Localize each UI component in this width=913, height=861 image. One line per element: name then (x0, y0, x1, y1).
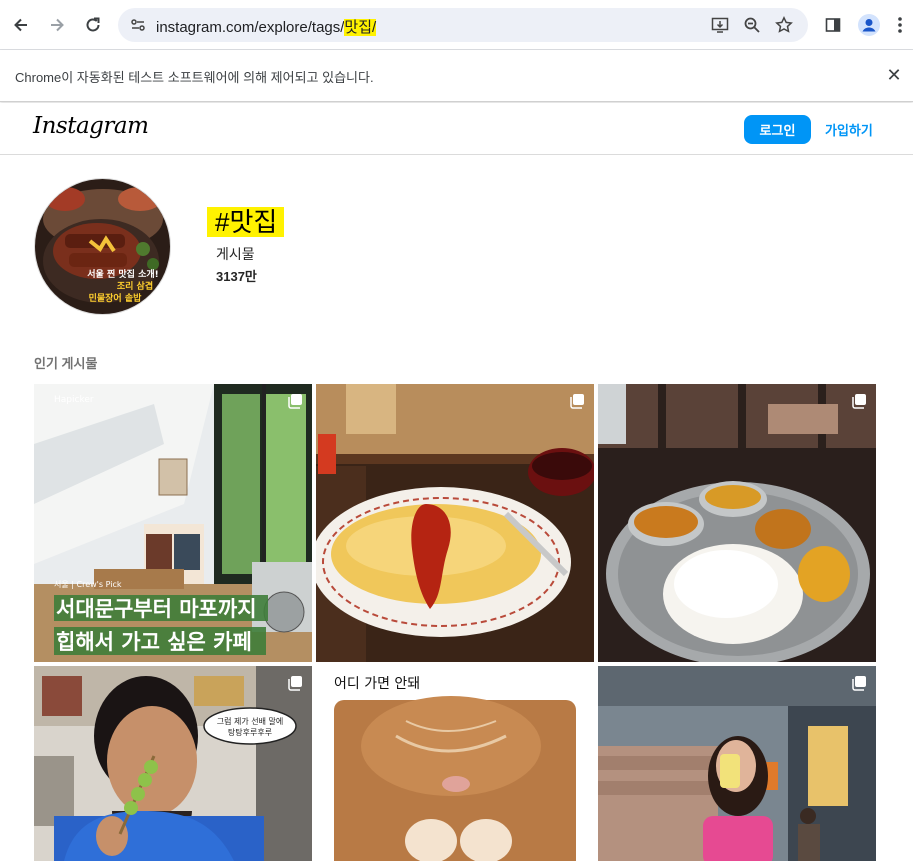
close-icon[interactable]: ✕ (883, 64, 905, 86)
browser-toolbar: instagram.com/explore/tags/맛집/ (0, 0, 913, 50)
post-tile[interactable] (316, 384, 594, 662)
hashtag-title: #맛집 (207, 202, 285, 239)
automation-infobar: Chrome이 자동화된 테스트 소프트웨어에 의해 제어되고 있습니다. ✕ (0, 50, 913, 102)
post-tile[interactable]: 어디 가면 안돼 (316, 666, 594, 861)
posts-label: 게시물 (216, 246, 255, 262)
side-panel-icon[interactable] (818, 10, 848, 40)
zoom-icon[interactable] (740, 13, 764, 37)
login-button[interactable]: 로그인 (744, 115, 811, 144)
install-app-icon[interactable] (708, 13, 732, 37)
address-bar[interactable]: instagram.com/explore/tags/맛집/ (118, 8, 808, 42)
carousel-icon (287, 675, 303, 691)
post-tile[interactable] (598, 384, 876, 662)
post-tile[interactable] (598, 666, 876, 861)
posts-count: 3137만 (216, 269, 257, 284)
site-info-icon[interactable] (126, 13, 150, 37)
popular-posts-heading: 인기 게시물 (34, 356, 98, 371)
carousel-icon (851, 675, 867, 691)
speech-line1: 그럼 제가 선배 말에 (217, 717, 284, 726)
avatar-caption-line2: 조리 삼겹 (117, 280, 153, 292)
carousel-icon (851, 393, 867, 409)
post-caption-line1: 서대문구부터 마포까지 (56, 597, 257, 621)
post-watermark: Hapicker (54, 395, 94, 405)
back-icon[interactable] (6, 10, 36, 40)
signup-link[interactable]: 가입하기 (825, 120, 873, 139)
post-tile[interactable]: Hapicker 서울 | Crew's Pick 서대문구부터 마포까지 힙해… (34, 384, 312, 662)
instagram-header: Instagram 로그인 가입하기 (0, 103, 913, 155)
avatar-caption-line3: 민물장어 솥밥 (89, 292, 143, 304)
speech-line2: 탕탕후루후루 (228, 727, 272, 737)
avatar-caption-line1: 서울 찐 맛집 소개! (87, 268, 158, 280)
profile-avatar-icon[interactable] (854, 10, 884, 40)
hashtag-avatar: 서울 찐 맛집 소개! 조리 삼겹 민물장어 솥밥 (34, 178, 171, 315)
post-small-caption: 서울 | Crew's Pick (54, 580, 122, 589)
post-tile[interactable]: 그럼 제가 선배 말에 탕탕후루후루 (34, 666, 312, 861)
url-text: instagram.com/explore/tags/맛집/ (156, 19, 377, 36)
post-caption-line2: 힙해서 가고 싶은 카페 (56, 630, 252, 654)
instagram-logo[interactable]: Instagram (33, 113, 149, 139)
menu-kebab-icon[interactable] (890, 10, 910, 40)
bookmark-star-icon[interactable] (772, 13, 796, 37)
carousel-icon (287, 393, 303, 409)
reload-icon[interactable] (78, 10, 108, 40)
post-title: 어디 가면 안돼 (334, 676, 420, 692)
forward-icon[interactable] (42, 10, 72, 40)
url-highlight: 맛집/ (344, 19, 377, 36)
infobar-message: Chrome이 자동화된 테스트 소프트웨어에 의해 제어되고 있습니다. (15, 70, 374, 85)
carousel-icon (569, 393, 585, 409)
